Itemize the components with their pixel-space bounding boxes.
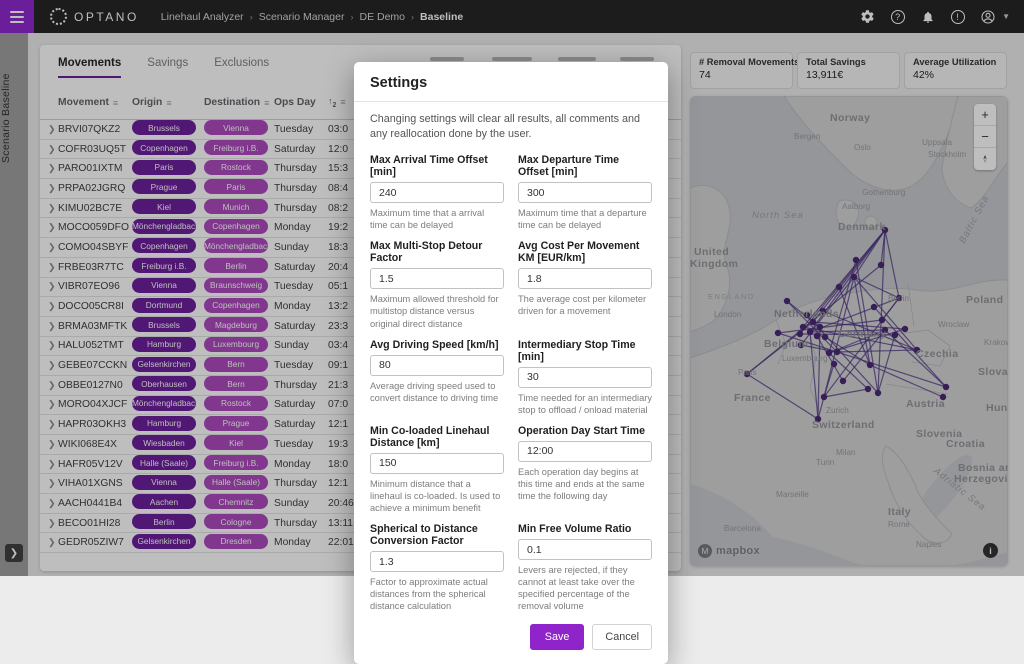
- settings-field: Max Departure Time Offset [min] Maximum …: [518, 154, 652, 231]
- field-label: Max Arrival Time Offset [min]: [370, 154, 504, 178]
- field-help-text: Factor to approximate actual distances f…: [370, 576, 504, 612]
- settings-field: Avg Driving Speed [km/h] Average driving…: [370, 339, 504, 416]
- field-help-text: Average driving speed used to convert di…: [370, 380, 504, 404]
- field-input[interactable]: [518, 367, 652, 388]
- save-button[interactable]: Save: [530, 624, 585, 650]
- settings-field: Intermediary Stop Time [min] Time needed…: [518, 339, 652, 416]
- cancel-button[interactable]: Cancel: [592, 624, 652, 650]
- field-help-text: Maximum time that a arrival time can be …: [370, 207, 504, 231]
- field-input[interactable]: [370, 453, 504, 474]
- settings-field: Spherical to Distance Conversion Factor …: [370, 523, 504, 612]
- settings-field: Min Free Volume Ratio Levers are rejecte…: [518, 523, 652, 612]
- settings-field: Operation Day Start Time Each operation …: [518, 425, 652, 514]
- field-help-text: The average cost per kilometer driven fo…: [518, 293, 652, 317]
- settings-field: Avg Cost Per Movement KM [EUR/km] The av…: [518, 240, 652, 329]
- field-input[interactable]: [518, 539, 652, 560]
- field-label: Max Multi-Stop Detour Factor: [370, 240, 504, 264]
- field-label: Max Departure Time Offset [min]: [518, 154, 652, 178]
- field-input[interactable]: [370, 182, 504, 203]
- field-help-text: Each operation day begins at this time a…: [518, 466, 652, 502]
- settings-field: Max Arrival Time Offset [min] Maximum ti…: [370, 154, 504, 231]
- settings-field: Min Co-loaded Linehaul Distance [km] Min…: [370, 425, 504, 514]
- field-input[interactable]: [370, 268, 504, 289]
- field-help-text: Maximum allowed threshold for multistop …: [370, 293, 504, 329]
- field-label: Spherical to Distance Conversion Factor: [370, 523, 504, 547]
- field-help-text: Time needed for an intermediary stop to …: [518, 392, 652, 416]
- field-help-text: Maximum time that a departure time can b…: [518, 207, 652, 231]
- dialog-footer: Save Cancel: [354, 616, 668, 664]
- field-help-text: Levers are rejected, if they cannot at l…: [518, 564, 652, 612]
- settings-fields: Max Arrival Time Offset [min] Maximum ti…: [354, 144, 668, 616]
- field-help-text: Minimum distance that a linehaul is co-l…: [370, 478, 504, 514]
- field-input[interactable]: [518, 441, 652, 462]
- field-label: Min Co-loaded Linehaul Distance [km]: [370, 425, 504, 449]
- field-label: Min Free Volume Ratio: [518, 523, 652, 535]
- field-label: Intermediary Stop Time [min]: [518, 339, 652, 363]
- field-input[interactable]: [370, 355, 504, 376]
- field-label: Avg Cost Per Movement KM [EUR/km]: [518, 240, 652, 264]
- settings-dialog: Settings Changing settings will clear al…: [354, 62, 668, 664]
- field-input[interactable]: [518, 268, 652, 289]
- field-label: Avg Driving Speed [km/h]: [370, 339, 504, 351]
- dialog-title: Settings: [354, 62, 668, 102]
- field-input[interactable]: [518, 182, 652, 203]
- settings-field: Max Multi-Stop Detour Factor Maximum all…: [370, 240, 504, 329]
- field-label: Operation Day Start Time: [518, 425, 652, 437]
- dialog-description: Changing settings will clear all results…: [354, 102, 668, 144]
- field-input[interactable]: [370, 551, 504, 572]
